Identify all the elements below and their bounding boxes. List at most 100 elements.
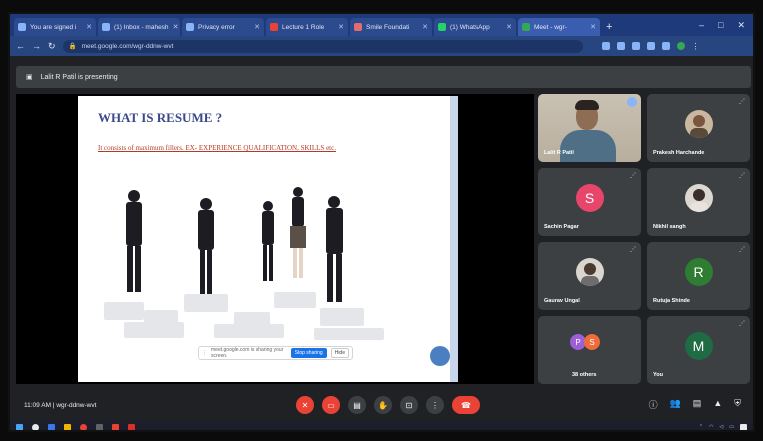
browser-tab[interactable]: You are signed i ✕ xyxy=(14,18,96,36)
avatar xyxy=(575,257,604,286)
participant-tile[interactable]: ⋰ Gaurav Ungal xyxy=(538,242,641,310)
mic-off-button[interactable]: ✕ xyxy=(296,396,314,414)
minimize-button[interactable]: – xyxy=(699,20,704,31)
close-icon[interactable]: ✕ xyxy=(506,23,512,31)
screen-share-notice: ⋮ meet.google.com is sharing your screen… xyxy=(198,346,353,360)
network-icon[interactable]: ◠ xyxy=(709,424,713,430)
close-window-button[interactable]: ✕ xyxy=(737,20,745,31)
stop-sharing-button[interactable]: Stop sharing xyxy=(290,348,327,358)
window-controls: – □ ✕ xyxy=(699,20,753,36)
menu-icon[interactable]: ⋮ xyxy=(692,42,700,51)
participant-name: Nikhil sangh xyxy=(653,224,686,230)
tab-label: You are signed i xyxy=(30,23,77,31)
os-taskbar: ⌃ ◠ ◁ ▭ xyxy=(10,421,753,430)
reload-icon[interactable]: ↻ xyxy=(48,41,56,52)
browser-tab[interactable]: (1) WhatsApp ✕ xyxy=(434,18,516,36)
participant-tile[interactable]: ⋰ S Sachin Pagar xyxy=(538,168,641,236)
participant-tile[interactable]: ⋰ R Rutuja Shinde xyxy=(647,242,750,310)
url-text: meet.google.com/wgr-ddnw-wvt xyxy=(81,42,174,50)
browser-tab[interactable]: Privacy error ✕ xyxy=(182,18,264,36)
extension-icon[interactable] xyxy=(646,41,655,50)
mic-off-icon: ⋰ xyxy=(630,247,636,253)
participant-name: 38 others xyxy=(572,372,597,378)
taskbar-app-icon[interactable] xyxy=(112,424,119,430)
participant-tile-others[interactable]: P S 38 others xyxy=(538,316,641,384)
meeting-code: wgr-ddnw-wvt xyxy=(56,401,97,409)
avatar: M xyxy=(684,331,713,360)
tab-favicon-icon xyxy=(270,23,278,31)
taskbar-app-icon[interactable] xyxy=(80,424,87,430)
present-button[interactable]: ⊡ xyxy=(400,396,418,414)
leave-call-button[interactable]: ☎ xyxy=(452,396,480,414)
camera-off-button[interactable]: ▭ xyxy=(322,396,340,414)
participant-tile[interactable]: ⋰ Nikhil sangh xyxy=(647,168,750,236)
business-people-image xyxy=(104,187,384,340)
tab-favicon-icon xyxy=(102,23,110,31)
participant-tile[interactable]: ⋰ M You xyxy=(647,316,750,384)
extension-icon[interactable] xyxy=(661,41,670,50)
close-icon[interactable]: ✕ xyxy=(422,23,428,31)
screen-frame: You are signed i ✕ (1) Inbox - mahesh ✕ Pr… xyxy=(8,12,755,432)
avatar: R xyxy=(684,257,713,286)
pointer-dot xyxy=(430,346,450,366)
extension-icon[interactable] xyxy=(631,41,640,50)
mic-off-icon: ⋰ xyxy=(739,247,745,253)
forward-icon[interactable]: → xyxy=(32,41,41,51)
activities-icon[interactable]: ▲ xyxy=(713,398,722,411)
participant-tile[interactable]: ⋰ Prakesh Harchande xyxy=(647,94,750,162)
lock-icon[interactable]: ⛨ xyxy=(734,398,741,411)
meeting-details: 11:09 AM | wgr-ddnw-wvt xyxy=(24,401,97,409)
participant-name: Lalit R Patil xyxy=(544,150,574,156)
notifications-icon[interactable] xyxy=(740,424,747,430)
avatar xyxy=(684,183,713,212)
search-icon[interactable] xyxy=(32,424,39,430)
extension-icon[interactable] xyxy=(616,41,625,50)
volume-icon[interactable]: ◁ xyxy=(719,424,723,430)
new-tab-button[interactable]: + xyxy=(606,21,612,33)
call-controls: ✕ ▭ ▤ ✋ ⊡ ⋮ ☎ xyxy=(296,396,480,414)
tab-favicon-icon xyxy=(438,23,446,31)
presenting-bar: ▣ Lalit R Patil is presenting xyxy=(16,66,751,88)
tab-label: Privacy error xyxy=(198,23,235,31)
browser-tab-strip: You are signed i ✕ (1) Inbox - mahesh ✕ Pr… xyxy=(10,14,753,36)
present-screen-icon: ▣ xyxy=(26,74,33,81)
close-icon[interactable]: ✕ xyxy=(173,23,179,31)
taskbar-app-icon[interactable] xyxy=(128,424,135,430)
browser-tab[interactable]: Smile Foundati ✕ xyxy=(350,18,432,36)
participant-tile[interactable]: Lalit R Patil xyxy=(538,94,641,162)
info-icon[interactable]: ⓘ xyxy=(649,398,658,411)
people-icon[interactable]: 👥 xyxy=(670,398,681,411)
close-icon[interactable]: ✕ xyxy=(86,23,92,31)
avatar: S xyxy=(584,334,600,350)
tray-chevron-icon[interactable]: ⌃ xyxy=(699,424,703,430)
tab-favicon-icon xyxy=(186,23,194,31)
chat-icon[interactable]: ▤ xyxy=(693,398,702,411)
extension-icon[interactable] xyxy=(601,41,610,50)
close-icon[interactable]: ✕ xyxy=(338,23,344,31)
browser-tab-active[interactable]: Meet - wgr- ✕ xyxy=(518,18,600,36)
maximize-button[interactable]: □ xyxy=(718,20,723,31)
participant-name: Prakesh Harchande xyxy=(653,150,705,156)
url-field[interactable]: 🔒 meet.google.com/wgr-ddnw-wvt xyxy=(62,39,583,53)
main-stage: WHAT IS RESUME ? It consists of maximum … xyxy=(16,94,534,384)
browser-tab[interactable]: (1) Inbox - mahesh ✕ xyxy=(98,18,180,36)
raise-hand-button[interactable]: ✋ xyxy=(374,396,392,414)
windows-start-icon[interactable] xyxy=(16,424,23,430)
back-icon[interactable]: ← xyxy=(16,41,25,51)
captions-button[interactable]: ▤ xyxy=(348,396,366,414)
meeting-time: 11:09 AM xyxy=(24,401,51,409)
taskbar-app-icon[interactable] xyxy=(64,424,71,430)
hide-button[interactable]: Hide xyxy=(330,348,349,358)
close-icon[interactable]: ✕ xyxy=(254,23,260,31)
more-options-icon[interactable] xyxy=(627,97,637,107)
taskbar-app-icon[interactable] xyxy=(96,424,103,430)
profile-avatar-icon[interactable] xyxy=(676,41,685,50)
meeting-toolbar: 11:09 AM | wgr-ddnw-wvt ✕ ▭ ▤ ✋ ⊡ ⋮ ☎ ⓘ … xyxy=(10,390,753,420)
mic-off-icon: ⋰ xyxy=(739,173,745,179)
browser-tab[interactable]: Lecture 1 Role ✕ xyxy=(266,18,348,36)
more-options-button[interactable]: ⋮ xyxy=(426,396,444,414)
battery-icon[interactable]: ▭ xyxy=(729,424,734,430)
tab-label: Smile Foundati xyxy=(366,23,410,31)
close-icon[interactable]: ✕ xyxy=(590,23,596,31)
taskbar-app-icon[interactable] xyxy=(48,424,55,430)
